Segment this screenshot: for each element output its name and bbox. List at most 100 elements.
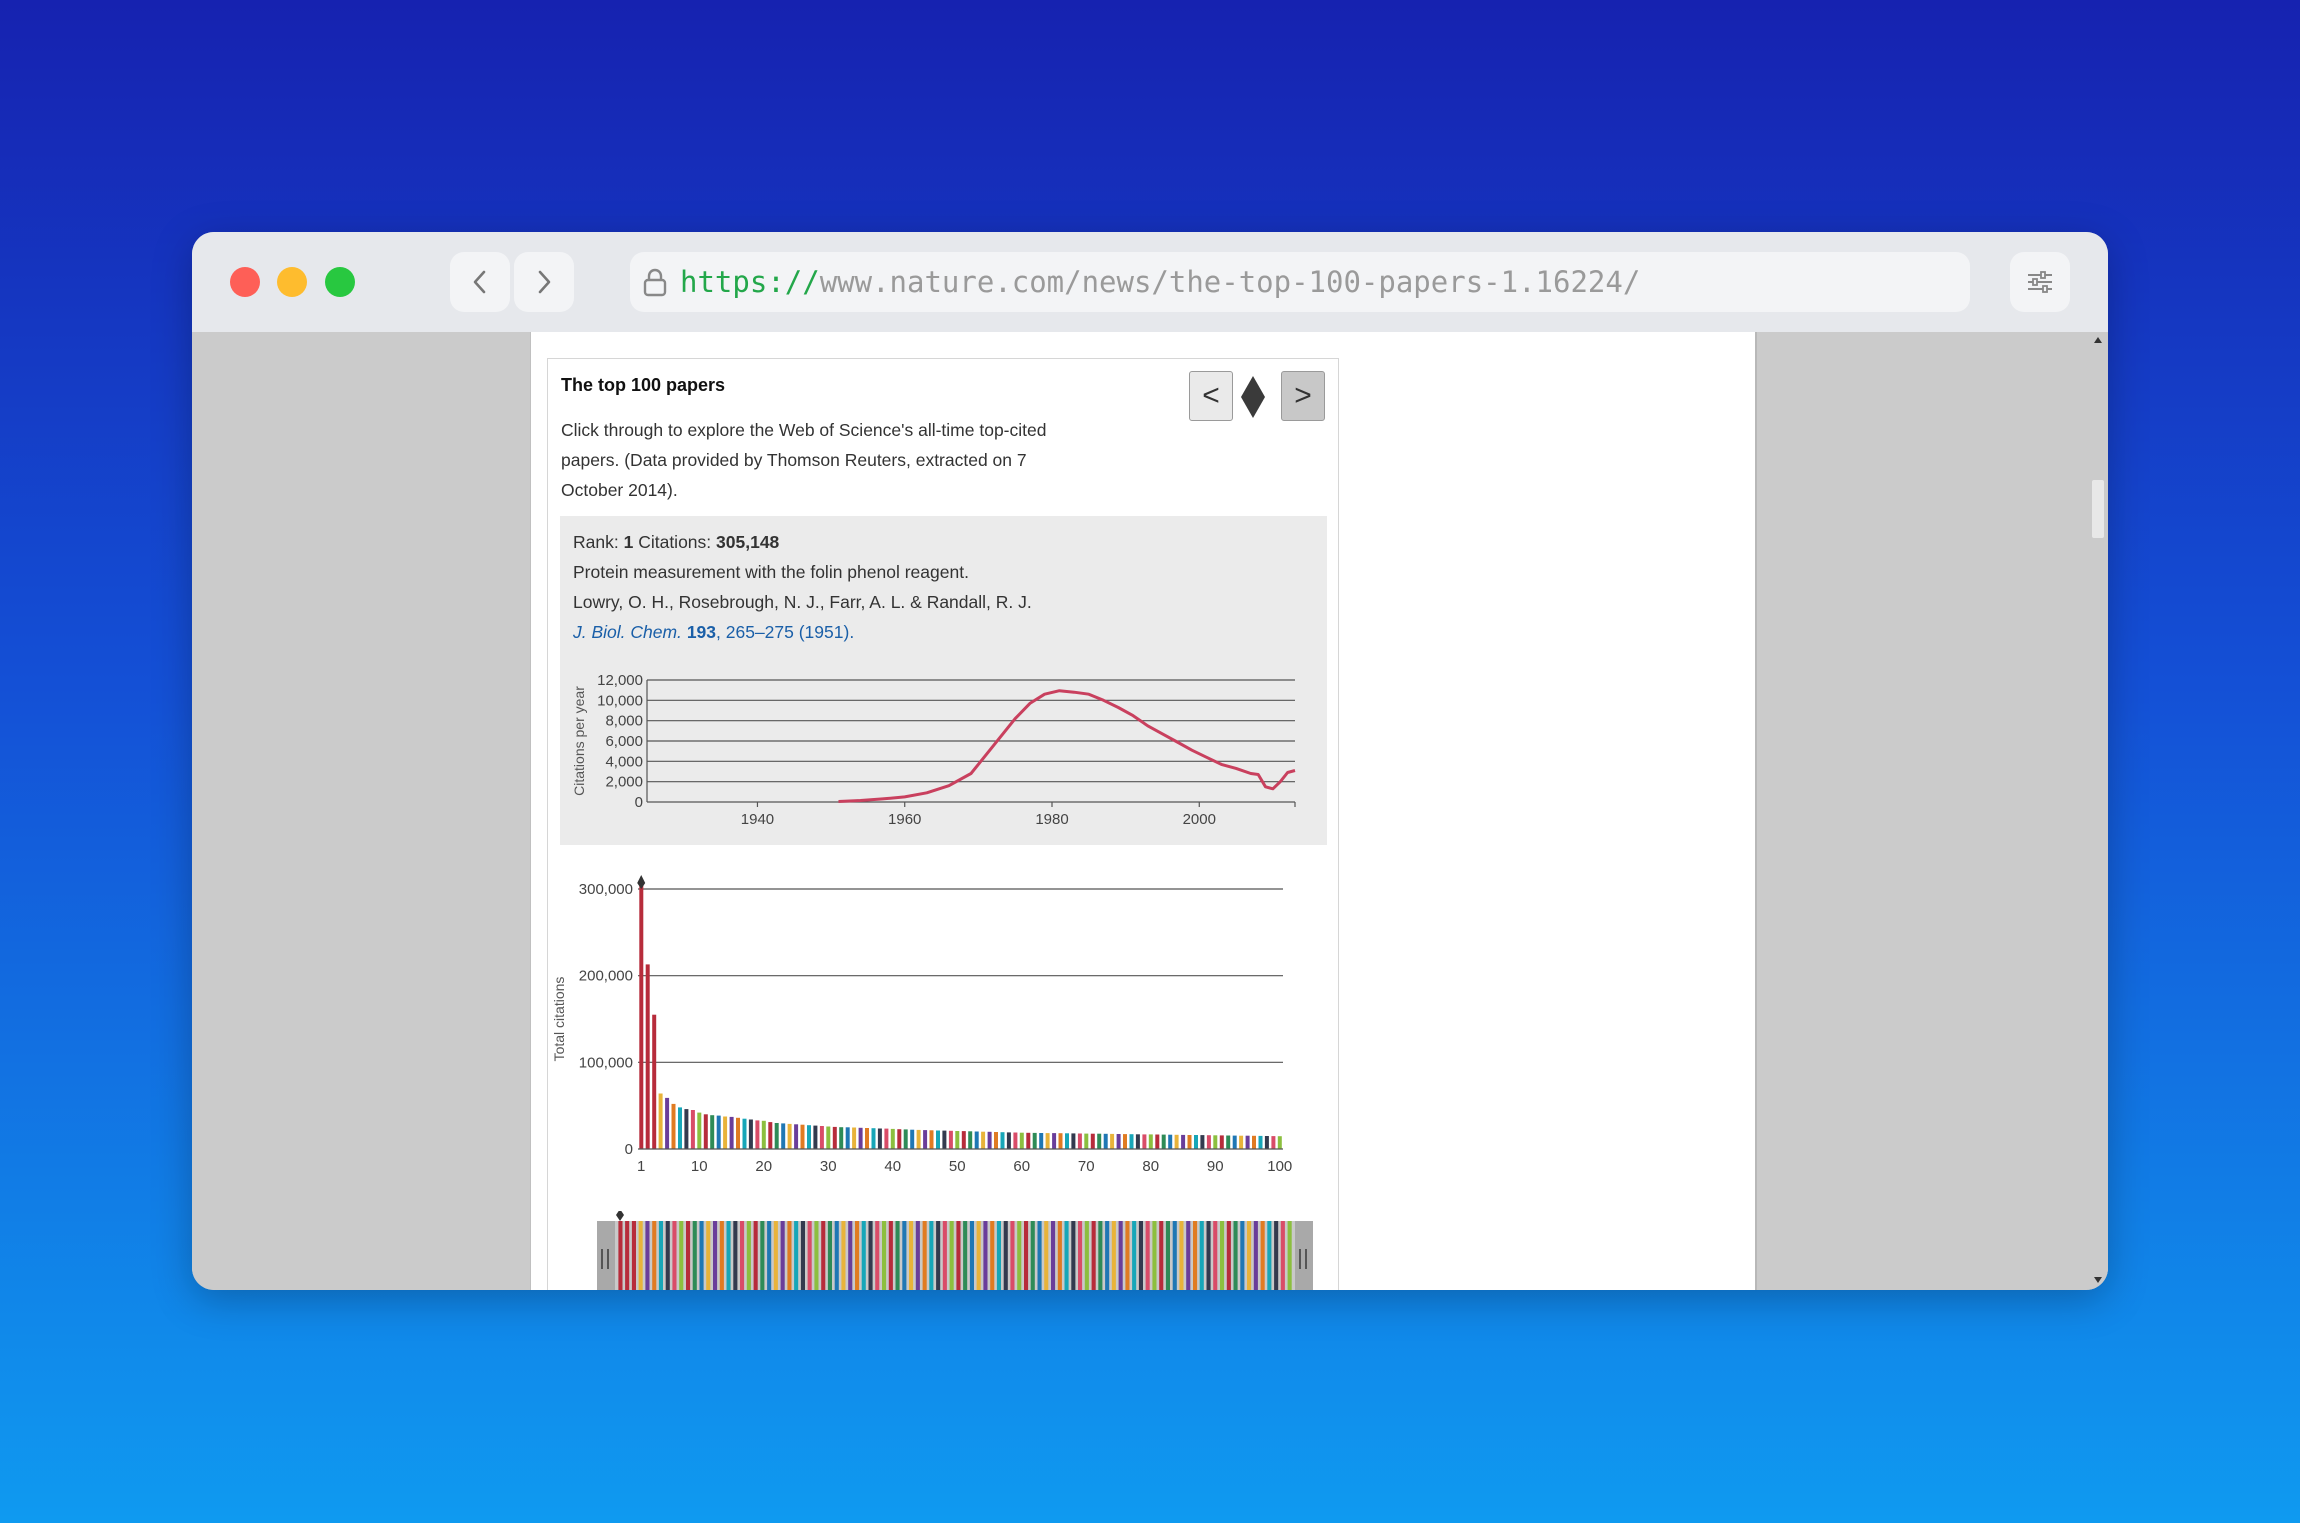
widget-description: Click through to explore the Web of Scie…	[561, 420, 1047, 500]
scrubber-bar-rank-8	[665, 1221, 670, 1290]
scrubber-bar-rank-32	[827, 1221, 832, 1290]
scrubber-bar-rank-16	[719, 1221, 724, 1290]
scroll-down-arrow-icon[interactable]	[2093, 1276, 2103, 1284]
bar-rank-77	[1129, 1134, 1134, 1149]
bar-rank-67	[1065, 1133, 1069, 1149]
scrubber-bar-rank-65	[1051, 1221, 1056, 1290]
bar-rank-60	[1019, 1132, 1024, 1149]
y-tick-label: 4,000	[605, 753, 643, 770]
bar-rank-28	[813, 1125, 818, 1149]
bar-rank-9	[690, 1110, 695, 1149]
bar-rank-81	[1155, 1134, 1160, 1149]
scroll-up-arrow-icon[interactable]	[2093, 336, 2103, 344]
x-tick-label: 30	[820, 1158, 837, 1175]
scrubber-bar-rank-42	[895, 1221, 900, 1290]
bar-rank-100	[1277, 1136, 1282, 1149]
bar-rank-19	[755, 1120, 760, 1149]
scrubber-bar-rank-63	[1037, 1221, 1042, 1290]
browser-window: https://www.nature.com/news/the-top-100-…	[192, 232, 2108, 1290]
scrubber-bar-rank-37	[861, 1221, 866, 1290]
y-tick-label: 8,000	[605, 713, 643, 730]
scrubber-bar-rank-77	[1132, 1221, 1137, 1290]
chevron-right-icon	[538, 270, 551, 294]
y-tick-label: 300,000	[579, 881, 633, 898]
x-tick-label: 1	[637, 1158, 645, 1175]
next-paper-button[interactable]: >	[1281, 371, 1325, 421]
bar-rank-44	[916, 1129, 921, 1149]
scrubber-bar-rank-25	[780, 1221, 785, 1290]
bar-rank-55	[987, 1131, 992, 1149]
browser-titlebar: https://www.nature.com/news/the-top-100-…	[192, 232, 2108, 332]
sliders-icon	[2028, 271, 2052, 293]
rank-scrubber[interactable]	[548, 1211, 1338, 1290]
scrubber-bar-rank-10	[679, 1221, 684, 1290]
bar-rank-87	[1194, 1135, 1198, 1149]
bar-rank-42	[903, 1129, 908, 1149]
bar-rank-98	[1264, 1136, 1269, 1149]
scrubber-bar-rank-64	[1044, 1221, 1049, 1290]
scrollbar-thumb[interactable]	[2092, 480, 2104, 538]
previous-paper-button[interactable]: <	[1189, 371, 1233, 421]
x-tick-label: 2000	[1183, 811, 1216, 828]
scrubber-bar-rank-36	[855, 1221, 860, 1290]
scrubber-bar-rank-67	[1064, 1221, 1069, 1290]
paper-reference-link[interactable]: J. Biol. Chem. 193, 265–275 (1951).	[573, 622, 854, 643]
citations-value: 305,148	[716, 532, 780, 552]
bar-rank-70	[1084, 1133, 1089, 1149]
y-tick-label: 200,000	[579, 968, 633, 985]
paper-authors: Lowry, O. H., Rosebrough, N. J., Farr, A…	[573, 592, 1032, 612]
address-bar[interactable]: https://www.nature.com/news/the-top-100-…	[630, 252, 1970, 312]
scrubber-bar-rank-66	[1057, 1221, 1062, 1290]
total-citations-chart: 0 100,000 200,000 300,000 Total citations 1 10…	[551, 875, 1292, 1175]
scrubber-bar-rank-79	[1145, 1221, 1150, 1290]
bar-rank-92	[1226, 1135, 1231, 1149]
scrubber-bar-rank-53	[969, 1221, 974, 1290]
scrubber-bar-rank-17	[726, 1221, 731, 1290]
close-window-button[interactable]	[230, 267, 260, 297]
bar-rank-52	[968, 1131, 973, 1149]
bar-rank-43	[910, 1129, 915, 1149]
vertical-scrollbar[interactable]	[2088, 332, 2108, 1290]
scrubber-bar-rank-15	[713, 1221, 718, 1290]
y-tick-label: 100,000	[579, 1054, 633, 1071]
scrubber-marker-icon	[616, 1211, 624, 1221]
bar-rank-73	[1103, 1133, 1108, 1149]
bar-rank-79	[1142, 1134, 1147, 1149]
scrubber-bar-rank-94	[1247, 1221, 1252, 1290]
y-axis-label: Total citations	[551, 977, 567, 1062]
bar-rank-23	[781, 1123, 786, 1149]
back-button[interactable]	[450, 252, 510, 312]
bar-rank-61	[1026, 1132, 1031, 1149]
minimize-window-button[interactable]	[277, 267, 307, 297]
scrubber-bar-rank-68	[1071, 1221, 1076, 1290]
bar-rank-78	[1135, 1134, 1140, 1149]
forward-button[interactable]	[514, 252, 574, 312]
bar-rank-82	[1161, 1134, 1166, 1149]
x-tick-label: 80	[1142, 1158, 1159, 1175]
scrubber-bar-rank-95	[1253, 1221, 1258, 1290]
bar-rank-63	[1039, 1133, 1044, 1149]
bar-rank-64	[1045, 1133, 1050, 1149]
bar-rank-4	[658, 1093, 663, 1149]
scrubber-bar-rank-50	[949, 1221, 954, 1290]
scrubber-bar-rank-62	[1030, 1221, 1035, 1290]
settings-button[interactable]	[2010, 252, 2070, 312]
bar-rank-3	[652, 1014, 657, 1149]
journal-volume: 193	[686, 622, 717, 642]
scrubber-bar-rank-27	[794, 1221, 799, 1290]
scrubber-bar-rank-33	[834, 1221, 839, 1290]
bar-rank-38	[877, 1128, 882, 1149]
scrubber-bar-rank-38	[868, 1221, 873, 1290]
scrubber-bar-rank-56	[990, 1221, 995, 1290]
maximize-window-button[interactable]	[325, 267, 355, 297]
y-axis-label: Citations per year	[571, 686, 587, 796]
bar-rank-66	[1058, 1133, 1063, 1149]
scrubber-bar-rank-93	[1240, 1221, 1245, 1290]
scrubber-bar-rank-43	[902, 1221, 907, 1290]
y-tick-label: 10,000	[597, 692, 643, 709]
bar-rank-13	[716, 1115, 721, 1149]
journal-pages-year: , 265–275 (1951).	[716, 622, 855, 642]
bar-rank-91	[1219, 1135, 1224, 1149]
scrubber-bar-rank-70	[1084, 1221, 1089, 1290]
bar-rank-32	[839, 1127, 844, 1149]
